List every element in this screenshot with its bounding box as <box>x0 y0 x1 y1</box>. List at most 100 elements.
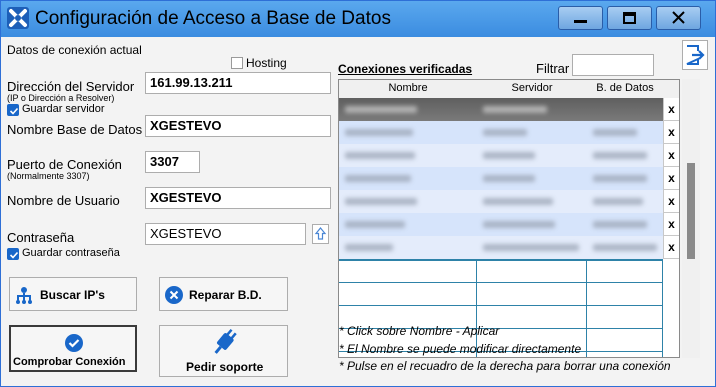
row-db-blurred <box>593 175 647 182</box>
grid-line <box>662 259 663 357</box>
app-x-logo-icon <box>7 7 29 29</box>
row-db-blurred <box>593 152 647 159</box>
connections-table[interactable]: Nombre Servidor B. de Datos x x x x x x … <box>338 79 680 358</box>
maximize-icon <box>623 12 636 24</box>
password-input[interactable]: XGESTEVO <box>145 223 306 245</box>
row-name-blurred <box>345 152 415 159</box>
search-ips-label: Buscar IP's <box>40 288 105 302</box>
close-button[interactable] <box>656 6 701 30</box>
row-db-blurred <box>593 244 657 251</box>
minimize-button[interactable] <box>558 6 603 30</box>
table-row[interactable]: x <box>339 144 679 167</box>
scrollbar-thumb[interactable] <box>687 163 695 259</box>
row-name-blurred <box>345 244 393 251</box>
delete-row-button[interactable]: x <box>663 167 679 190</box>
server-label: Dirección del Servidor <box>7 79 135 94</box>
delete-row-button[interactable]: x <box>663 236 679 259</box>
column-header-nombre[interactable]: Nombre <box>339 82 477 94</box>
search-ips-button[interactable]: Buscar IP's <box>9 277 137 311</box>
check-connection-label: Comprobar Conexión <box>13 356 126 368</box>
port-input[interactable]: 3307 <box>145 151 200 173</box>
delete-row-button[interactable]: x <box>663 121 679 144</box>
note-delete: * Pulse en el recuadro de la derecha par… <box>339 359 671 373</box>
maximize-button[interactable] <box>607 6 652 30</box>
row-db-blurred <box>593 129 637 136</box>
connections-title: Conexiones verificadas <box>338 62 473 76</box>
save-server-label: Guardar servidor <box>22 103 105 115</box>
plug-icon <box>214 328 237 354</box>
row-server-blurred <box>483 175 535 182</box>
save-server-checkbox[interactable] <box>7 104 19 116</box>
request-support-button[interactable]: Pedir soporte <box>159 325 288 377</box>
table-row[interactable]: x <box>339 121 679 144</box>
grid-line <box>586 259 587 357</box>
delete-row-button[interactable]: x <box>663 190 679 213</box>
repair-db-button[interactable]: Reparar B.D. <box>159 277 288 311</box>
delete-row-button[interactable]: x <box>663 98 679 121</box>
dialog-body: Datos de conexión actual Hosting Direcci… <box>1 37 715 386</box>
exit-door-icon <box>686 45 705 65</box>
row-name-blurred <box>345 221 405 228</box>
check-circle-icon <box>65 334 83 352</box>
row-server-blurred <box>483 198 553 205</box>
row-server-blurred <box>483 152 535 159</box>
column-header-bdatos[interactable]: B. de Datos <box>587 82 663 94</box>
dbname-label: Nombre Base de Datos <box>7 122 143 137</box>
port-hint: (Normalmente 3307) <box>7 171 90 181</box>
table-row[interactable]: x <box>339 190 679 213</box>
user-label: Nombre de Usuario <box>7 193 120 208</box>
save-password-label: Guardar contraseña <box>22 247 120 259</box>
table-scrollbar[interactable] <box>682 79 700 358</box>
close-icon <box>672 11 685 24</box>
note-apply: * Click sobre Nombre - Aplicar <box>339 324 500 338</box>
filter-input[interactable] <box>572 54 654 76</box>
user-input[interactable]: XGESTEVO <box>145 187 331 209</box>
row-name-blurred <box>345 198 417 205</box>
row-server-blurred <box>483 106 547 113</box>
grid-line <box>339 305 663 306</box>
row-name-blurred <box>345 129 413 136</box>
close-circle-icon <box>165 286 183 304</box>
table-row[interactable]: x <box>339 167 679 190</box>
server-input[interactable]: 161.99.13.211 <box>145 72 331 94</box>
note-rename: * El Nombre se puede modificar directame… <box>339 342 582 356</box>
column-header-servidor[interactable]: Servidor <box>477 82 587 94</box>
hosting-checkbox[interactable] <box>231 57 243 69</box>
show-password-button[interactable] <box>312 224 329 244</box>
delete-row-button[interactable]: x <box>663 144 679 167</box>
table-header: Nombre Servidor B. de Datos <box>339 80 679 99</box>
title-bar[interactable]: Configuración de Acceso a Base de Datos <box>1 1 715 37</box>
checkmark-icon <box>9 107 19 115</box>
request-support-label: Pedir soporte <box>186 360 264 374</box>
table-row[interactable]: x <box>339 98 679 121</box>
check-connection-button[interactable]: Comprobar Conexión <box>9 325 137 372</box>
dbname-input[interactable]: XGESTEVO <box>145 115 331 137</box>
delete-row-button[interactable]: x <box>663 213 679 236</box>
filter-label: Filtrar <box>536 61 570 76</box>
server-hint: (IP o Dirección a Resolver) <box>7 93 115 103</box>
exit-button[interactable] <box>682 40 708 70</box>
window-title: Configuración de Acceso a Base de Datos <box>35 8 391 29</box>
repair-db-label: Reparar B.D. <box>189 288 262 302</box>
table-row[interactable]: x <box>339 236 679 259</box>
row-server-blurred <box>483 129 527 136</box>
save-password-checkbox[interactable] <box>7 248 19 260</box>
table-row[interactable]: x <box>339 213 679 236</box>
network-search-icon <box>16 287 32 304</box>
password-label: Contraseña <box>7 230 75 245</box>
hosting-label: Hosting <box>246 56 287 70</box>
row-server-blurred <box>483 244 579 251</box>
row-db-blurred <box>593 198 643 205</box>
grid-line <box>339 282 663 283</box>
app-window: Configuración de Acceso a Base de Datos … <box>0 0 716 387</box>
row-server-blurred <box>483 221 555 228</box>
arrow-up-icon <box>314 227 327 240</box>
grid-line <box>339 259 663 261</box>
row-name-blurred <box>345 175 411 182</box>
minimize-icon <box>574 20 587 23</box>
section-title: Datos de conexión actual <box>7 43 142 57</box>
port-label: Puerto de Conexión <box>7 157 122 172</box>
checkmark-icon <box>9 251 19 259</box>
row-db-blurred <box>593 221 647 228</box>
row-name-blurred <box>345 106 417 113</box>
